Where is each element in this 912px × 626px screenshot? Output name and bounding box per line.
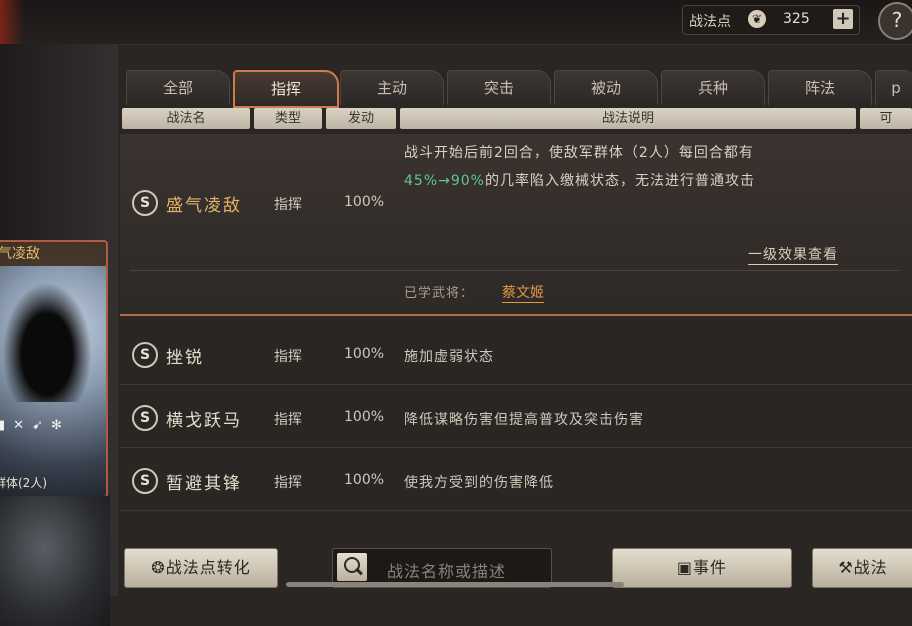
header-skill-name[interactable]: 战法名: [122, 108, 250, 129]
tab-all[interactable]: 全部: [126, 70, 230, 105]
home-indicator[interactable]: [286, 582, 624, 587]
grade-badge: S: [132, 405, 158, 431]
skill-row[interactable]: S 盛气凌敌 指挥 100% 战斗开始后前2回合，使敌军群体（2人）每回合都有 …: [120, 134, 912, 316]
tactics-label: 战法: [853, 558, 888, 577]
skill-type: 指挥: [274, 197, 302, 213]
divider: [130, 270, 900, 271]
search-icon[interactable]: [337, 553, 367, 581]
top-bar: 战法点 ❦ 325 + ?: [0, 0, 912, 45]
skill-rate: 100%: [344, 472, 385, 488]
convert-points-label: 战法点转化: [165, 558, 251, 577]
skill-row[interactable]: S 挫锐 指挥 100% 施加虚弱状态: [120, 324, 912, 385]
tab-passive[interactable]: 被动: [554, 70, 658, 105]
character-card[interactable]: 气凌敌 ▮✕➹✻ 群体(2人): [0, 240, 108, 498]
skill-description: 使我方受到的伤害降低: [404, 475, 554, 491]
learned-general-link[interactable]: 蔡文姬: [502, 282, 544, 303]
skill-rate: 100%: [344, 346, 385, 362]
skill-description: 施加虚弱状态: [404, 349, 494, 365]
tab-assault[interactable]: 突击: [447, 70, 551, 105]
skill-type: 指挥: [274, 412, 302, 428]
tactics-button[interactable]: ⚒战法: [812, 548, 912, 588]
skill-name: 挫锐: [166, 348, 204, 368]
header-type[interactable]: 类型: [254, 108, 322, 129]
skill-rate: 100%: [344, 194, 385, 210]
tab-bar: 全部 指挥 主动 突击 被动 兵种 阵法 p: [126, 70, 912, 108]
events-button[interactable]: ▣事件: [612, 548, 792, 588]
shield-icon: ▮: [0, 418, 13, 433]
tab-troop[interactable]: 兵种: [661, 70, 765, 105]
bottom-bar: ❂战法点转化 战法名称或描述 ▣事件 ⚒战法: [120, 540, 912, 596]
tab-command[interactable]: 指挥: [233, 70, 339, 108]
learned-generals-label: 已学武将：: [404, 286, 475, 301]
character-skill-name: 气凌敌: [0, 242, 106, 266]
skill-type: 指挥: [274, 475, 302, 491]
tactic-points-box: 战法点 ❦ 325 +: [682, 5, 860, 35]
skill-row[interactable]: S 横戈跃马 指挥 100% 降低谋略伤害但提高普攻及突击伤害: [120, 387, 912, 448]
battle-artwork: [0, 496, 110, 626]
hammer-icon: ⚒: [838, 558, 854, 577]
convert-points-button[interactable]: ❂战法点转化: [124, 548, 278, 588]
skill-description-line2: 45%→90%的几率陷入缴械状态，无法进行普通攻击: [404, 170, 755, 190]
probability-highlight: 45%→90%: [404, 173, 485, 189]
top-accent: [0, 0, 24, 44]
skill-type: 指挥: [274, 349, 302, 365]
skill-list: S 盛气凌敌 指挥 100% 战斗开始后前2回合，使敌军群体（2人）每回合都有 …: [120, 134, 912, 540]
wheel-icon: ✻: [50, 418, 70, 433]
skill-row[interactable]: S 暂避其锋 指挥 100% 使我方受到的伤害降低: [120, 450, 912, 511]
arrow-icon: ➹: [32, 418, 51, 433]
header-description: 战法说明: [400, 108, 856, 129]
flame-icon: ❂: [151, 558, 166, 577]
view-effect-link[interactable]: 一级效果查看: [748, 244, 838, 265]
feather-icon: ❦: [748, 10, 766, 28]
tab-more[interactable]: p: [875, 70, 912, 105]
header-rate[interactable]: 发动: [326, 108, 396, 129]
skill-name: 暂避其锋: [166, 474, 242, 494]
skill-name: 盛气凌敌: [166, 196, 242, 216]
grade-badge: S: [132, 468, 158, 494]
skill-description-line1: 战斗开始后前2回合，使敌军群体（2人）每回合都有: [404, 145, 754, 161]
crossed-swords-icon: ✕: [13, 418, 33, 433]
character-target: 群体(2人): [0, 476, 47, 490]
character-portrait: [2, 282, 92, 402]
table-header: 战法名 类型 发动 战法说明 可: [120, 108, 912, 130]
search-placeholder: 战法名称或描述: [387, 562, 507, 581]
tactic-points-value: 325: [783, 11, 810, 27]
events-label: 事件: [693, 558, 728, 577]
left-panel: 气凌敌 ▮✕➹✻ 群体(2人): [0, 44, 118, 626]
skill-description-rest: 的几率陷入缴械状态，无法进行普通攻击: [484, 173, 755, 189]
add-points-button[interactable]: +: [833, 9, 853, 29]
unit-type-icons: ▮✕➹✻: [0, 418, 106, 438]
skill-rate: 100%: [344, 409, 385, 425]
grade-badge: S: [132, 342, 158, 368]
event-book-icon: ▣: [676, 558, 694, 577]
tab-active[interactable]: 主动: [340, 70, 444, 105]
skill-name: 横戈跃马: [166, 411, 242, 431]
grade-badge: S: [132, 190, 158, 216]
header-learnable[interactable]: 可: [860, 108, 912, 129]
skill-description: 降低谋略伤害但提高普攻及突击伤害: [404, 412, 644, 428]
tactic-points-label: 战法点: [689, 14, 731, 30]
tab-formation[interactable]: 阵法: [768, 70, 872, 105]
help-button[interactable]: ?: [878, 2, 912, 40]
